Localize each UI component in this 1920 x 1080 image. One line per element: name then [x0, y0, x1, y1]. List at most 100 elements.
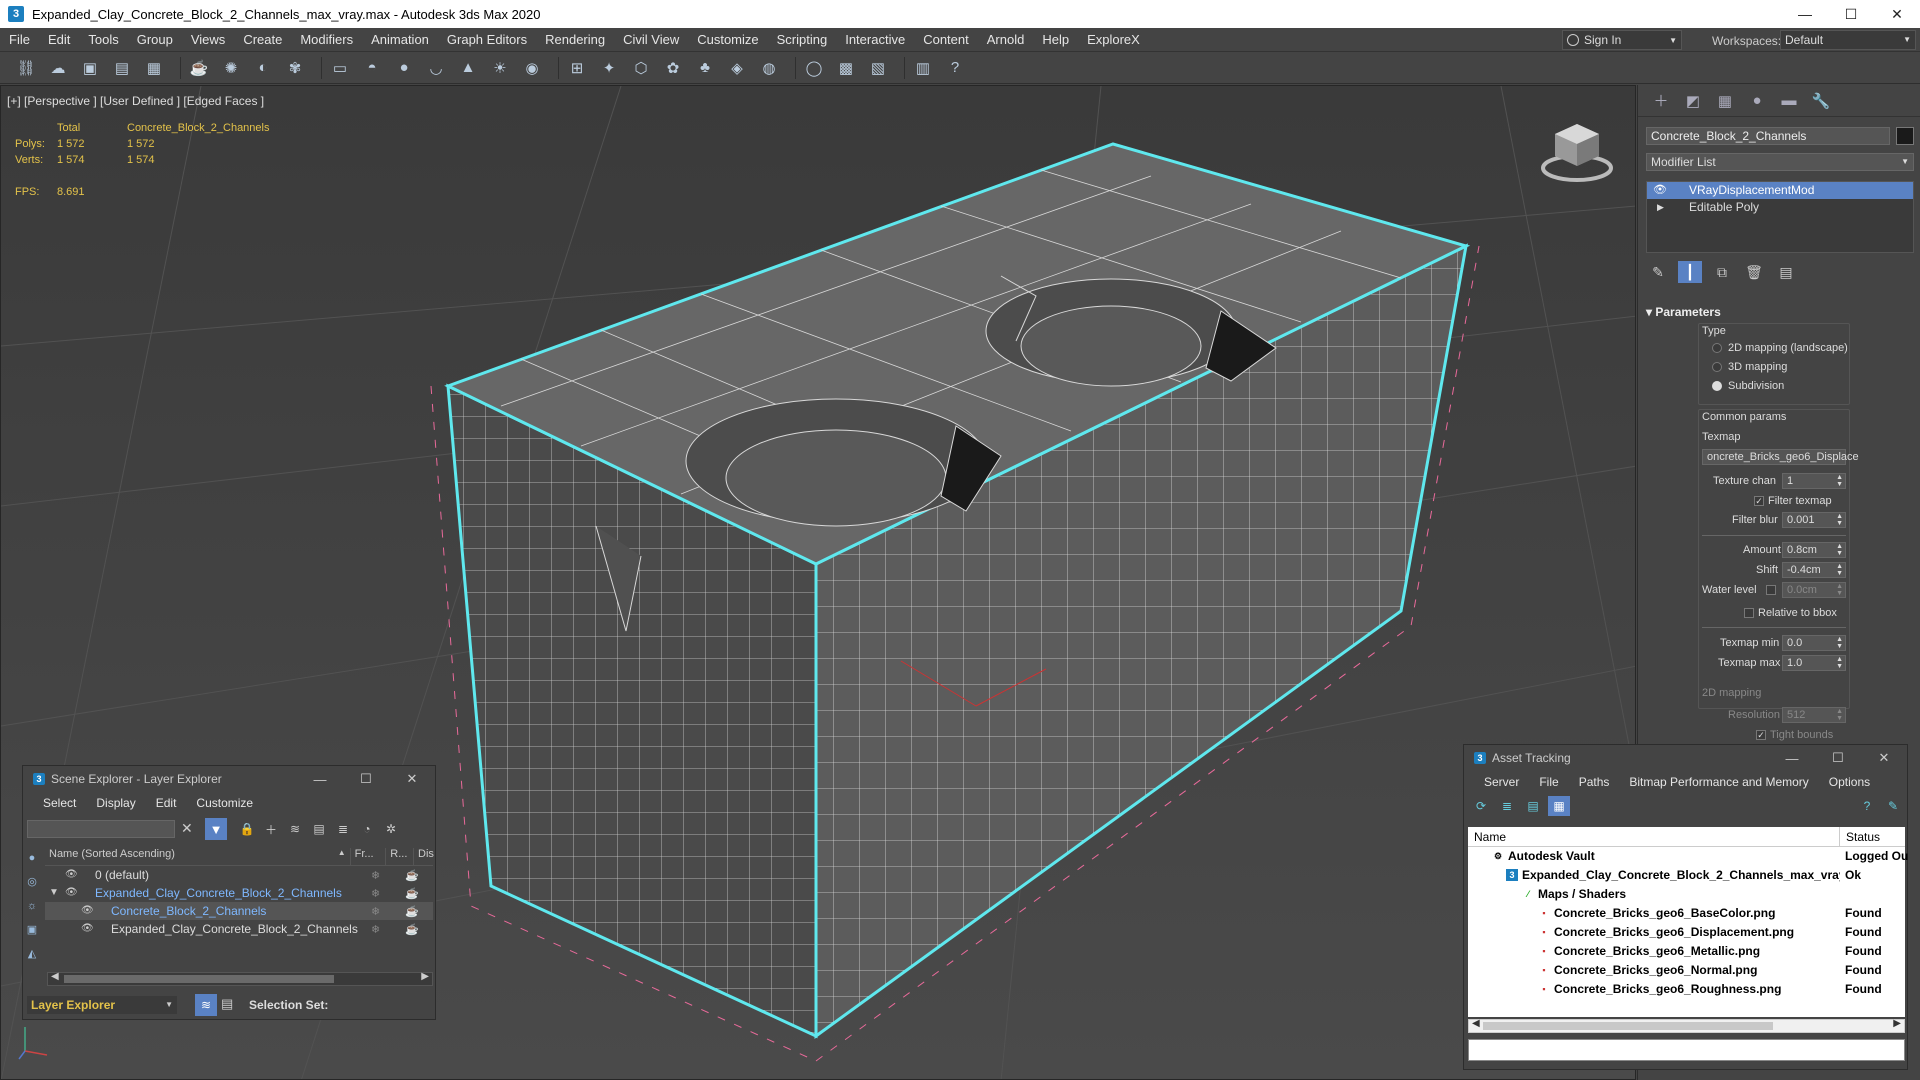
- column-name[interactable]: Name (Sorted Ascending) ▲: [45, 848, 350, 865]
- asset-path-field[interactable]: [1468, 1039, 1905, 1061]
- select-link-icon[interactable]: ⛓: [14, 56, 38, 80]
- display-cameras-icon[interactable]: ▣: [23, 920, 41, 940]
- at-menu-file[interactable]: File: [1529, 775, 1568, 789]
- viewport-label[interactable]: [+] [Perspective ] [User Defined ] [Edge…: [7, 94, 264, 108]
- ipr-icon[interactable]: ▧: [866, 56, 890, 80]
- relative-bbox-checkbox[interactable]: [1744, 608, 1754, 618]
- menu-explorex[interactable]: ExploreX: [1078, 28, 1149, 52]
- add-to-layer-icon[interactable]: ▤: [309, 820, 329, 838]
- plant-icon[interactable]: ♣: [693, 56, 717, 80]
- display-geometry-icon[interactable]: ●: [23, 848, 41, 868]
- filter-blur-spinner[interactable]: 0.001 ▲ ▼: [1782, 512, 1846, 528]
- object-color-swatch[interactable]: [1896, 127, 1914, 145]
- settings-icon[interactable]: ✲: [381, 820, 401, 838]
- at-menu-server[interactable]: Server: [1474, 775, 1529, 789]
- menu-modifiers[interactable]: Modifiers: [291, 28, 362, 52]
- table-row[interactable]: 3 Expanded_Clay_Concrete_Block_2_Channel…: [1468, 866, 1905, 885]
- minimize-button[interactable]: —: [1782, 0, 1828, 28]
- fur-icon[interactable]: ✿: [661, 56, 685, 80]
- teapot-icon[interactable]: ☕: [405, 905, 419, 918]
- table-row[interactable]: ⁄ Maps / Shaders: [1468, 885, 1905, 904]
- explorer-type-dropdown[interactable]: Layer Explorer ▼: [27, 996, 177, 1014]
- close-button[interactable]: ✕: [1861, 745, 1907, 771]
- cone-icon[interactable]: ▲: [456, 56, 480, 80]
- at-menu-paths[interactable]: Paths: [1569, 775, 1620, 789]
- sun-icon[interactable]: ☀: [488, 56, 512, 80]
- options-icon[interactable]: ✎: [1882, 796, 1904, 816]
- expand-arrow-icon[interactable]: ▶: [1657, 199, 1664, 216]
- hemisphere-icon[interactable]: ◓: [360, 56, 384, 80]
- menu-edit[interactable]: Edit: [39, 28, 79, 52]
- eye-icon[interactable]: 👁: [65, 866, 78, 884]
- collapse-arrow-icon[interactable]: ▼: [49, 884, 59, 902]
- menu-rendering[interactable]: Rendering: [536, 28, 614, 52]
- menu-file[interactable]: File: [0, 28, 39, 52]
- horizontal-scrollbar[interactable]: ◀ ▶: [47, 971, 433, 986]
- eye-icon[interactable]: 👁: [81, 920, 94, 938]
- radio-2d-mapping[interactable]: [1712, 343, 1722, 353]
- column-display[interactable]: Dis: [413, 848, 434, 865]
- display-shapes-icon[interactable]: ◎: [23, 872, 41, 892]
- radio-subdivision[interactable]: [1712, 381, 1722, 391]
- box-icon[interactable]: ▭: [328, 56, 352, 80]
- table-view-icon[interactable]: ▦: [1548, 796, 1570, 816]
- parameters-header[interactable]: ▾ Parameters: [1646, 305, 1721, 319]
- hierarchy-mode-icon[interactable]: ▤: [221, 996, 233, 1012]
- freeze-icon[interactable]: ❄: [371, 905, 380, 918]
- make-unique-icon[interactable]: ⧉: [1710, 261, 1734, 283]
- teapot-icon[interactable]: ☕: [405, 887, 419, 900]
- menu-help[interactable]: Help: [1033, 28, 1078, 52]
- water-level-spinner[interactable]: 0.0cm ▲ ▼: [1782, 582, 1846, 598]
- new-layer-icon[interactable]: ＋: [261, 820, 281, 838]
- menu-customize[interactable]: Customize: [688, 28, 767, 52]
- water-level-checkbox[interactable]: [1766, 585, 1776, 595]
- refresh-icon[interactable]: ⟳: [1470, 796, 1492, 816]
- hierarchy-tab-icon[interactable]: ▦: [1710, 88, 1740, 114]
- filter-texmap-checkbox[interactable]: ✓: [1754, 496, 1764, 506]
- table-row[interactable]: ▪ Concrete_Bricks_geo6_Normal.png Found: [1468, 961, 1905, 980]
- menu-views[interactable]: Views: [182, 28, 234, 52]
- texmap-max-spinner[interactable]: 1.0 ▲ ▼: [1782, 655, 1846, 671]
- column-frozen[interactable]: Fr...: [349, 848, 386, 865]
- vault-help-icon[interactable]: ?: [1856, 796, 1878, 816]
- freeze-icon[interactable]: ❄: [371, 869, 380, 882]
- highlight-icon[interactable]: ◔: [357, 820, 377, 838]
- mesh-icon[interactable]: ⬡: [629, 56, 653, 80]
- tree-row[interactable]: 👁 0 (default) ❄ ☕: [45, 866, 433, 884]
- stack-icon[interactable]: ≣: [333, 820, 353, 838]
- maximize-button[interactable]: ☐: [1828, 0, 1874, 28]
- menu-graph-editors[interactable]: Graph Editors: [438, 28, 536, 52]
- menu-scripting[interactable]: Scripting: [768, 28, 837, 52]
- se-menu-select[interactable]: Select: [33, 796, 86, 810]
- proxy-icon[interactable]: ✦: [597, 56, 621, 80]
- material-editor-icon[interactable]: ◐: [251, 56, 275, 80]
- table-row[interactable]: ⚙ Autodesk Vault Logged Ou: [1468, 847, 1908, 866]
- render-frame-icon[interactable]: ▤: [110, 56, 134, 80]
- track-view-icon[interactable]: ✾: [283, 56, 307, 80]
- workspaces-dropdown[interactable]: Default ▼: [1780, 30, 1916, 50]
- display-tab-icon[interactable]: ▬: [1774, 88, 1804, 114]
- radio-3d-mapping[interactable]: [1712, 362, 1722, 372]
- minimize-button[interactable]: —: [297, 766, 343, 792]
- tight-bounds-checkbox[interactable]: ✓: [1756, 730, 1766, 740]
- scroll-left-icon[interactable]: ◀: [51, 971, 59, 982]
- column-status[interactable]: Status: [1839, 827, 1905, 846]
- unlink-icon[interactable]: ☁: [46, 56, 70, 80]
- menu-arnold[interactable]: Arnold: [978, 28, 1034, 52]
- scroll-right-icon[interactable]: ▶: [421, 971, 429, 982]
- tree-row[interactable]: ▼ 👁 Expanded_Clay_Concrete_Block_2_Chann…: [45, 884, 433, 902]
- column-render[interactable]: R...: [385, 848, 413, 865]
- create-tab-icon[interactable]: ＋: [1646, 88, 1676, 114]
- texture-chan-spinner[interactable]: 1 ▲ ▼: [1782, 473, 1846, 489]
- eye-icon[interactable]: 👁: [65, 884, 78, 902]
- sphere-icon[interactable]: ●: [392, 56, 416, 80]
- hdri-icon[interactable]: ◈: [725, 56, 749, 80]
- minimize-button[interactable]: —: [1769, 745, 1815, 771]
- clear-search-icon[interactable]: ✕: [181, 820, 193, 837]
- se-menu-customize[interactable]: Customize: [186, 796, 263, 810]
- pin-stack-icon[interactable]: ✎: [1646, 261, 1670, 283]
- show-end-result-icon[interactable]: ┃: [1678, 261, 1702, 283]
- table-row[interactable]: ▪ Concrete_Bricks_geo6_Metallic.png Foun…: [1468, 942, 1905, 961]
- resolution-spinner[interactable]: 512 ▲ ▼: [1782, 707, 1846, 723]
- configure-modifier-sets-icon[interactable]: ▤: [1774, 261, 1798, 283]
